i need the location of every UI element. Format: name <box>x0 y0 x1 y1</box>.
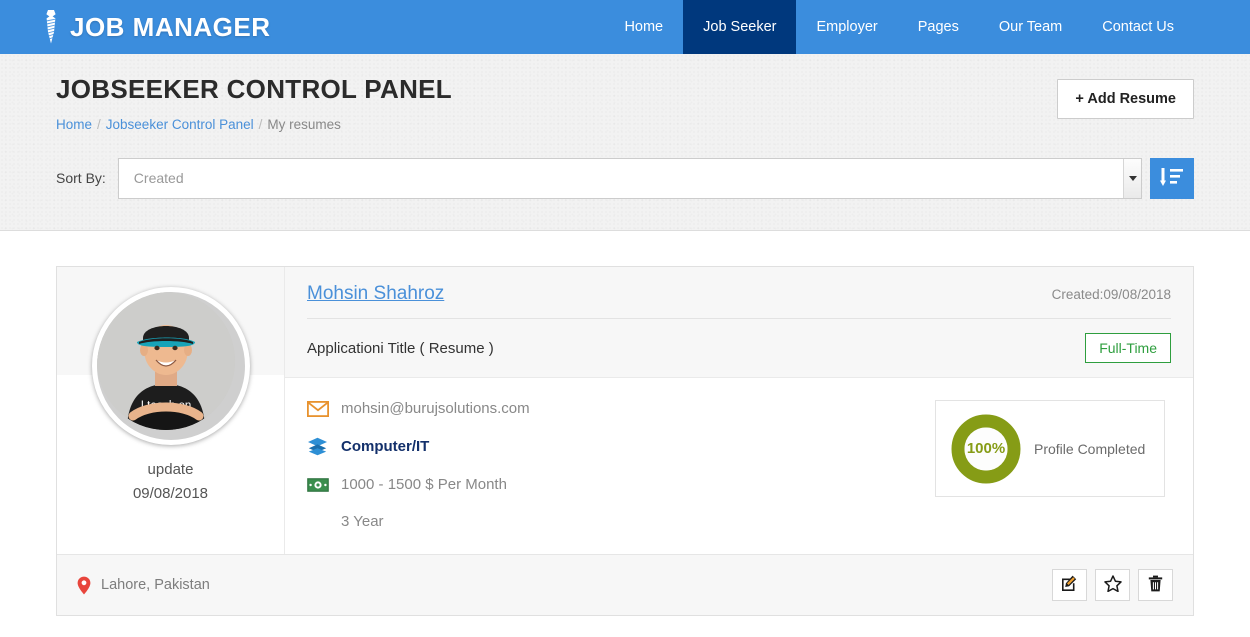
location: Lahore, Pakistan <box>77 576 210 595</box>
top-navbar: JOB MANAGER Home Job Seeker Employer Pag… <box>0 0 1250 54</box>
brand-name: JOB MANAGER <box>70 11 271 42</box>
profile-completion-box: 100% Profile Completed <box>935 400 1165 497</box>
favorite-resume-button[interactable] <box>1095 569 1130 601</box>
salary-text: 1000 - 1500 $ Per Month <box>341 476 507 493</box>
profile-completion-label: Profile Completed <box>1034 440 1146 457</box>
created-date: Created:09/08/2018 <box>1051 287 1171 302</box>
avatar-update-date: 09/08/2018 <box>132 485 209 502</box>
resume-card-upper: I teach on udemy update 09/08/2018 <box>57 267 1193 554</box>
location-text: Lahore, Pakistan <box>101 577 210 593</box>
resume-card-footer: Lahore, Pakistan <box>57 554 1193 615</box>
heading-row: JOBSEEKER CONTROL PANEL Home / Jobseeker C… <box>56 54 1194 132</box>
heading-left: JOBSEEKER CONTROL PANEL Home / Jobseeker C… <box>56 73 452 132</box>
resume-body: mohsin@burujsolutions.com Computer/IT 10… <box>285 377 1193 554</box>
page-title: JOBSEEKER CONTROL PANEL <box>56 74 452 104</box>
necktie-icon <box>42 10 60 44</box>
sort-descending-icon <box>1160 166 1184 191</box>
nav-item-contact-us[interactable]: Contact Us <box>1082 0 1194 54</box>
experience-text: 3 Year <box>341 513 384 530</box>
breadcrumb-panel[interactable]: Jobseeker Control Panel <box>106 117 254 132</box>
resume-list: I teach on udemy update 09/08/2018 <box>0 231 1250 616</box>
info-row-salary: 1000 - 1500 $ Per Month <box>307 476 935 493</box>
info-row-category: Computer/IT <box>307 437 935 456</box>
nav-item-our-team[interactable]: Our Team <box>979 0 1082 54</box>
sort-select-value: Created <box>133 170 184 187</box>
resume-title: Applicationi Title ( Resume ) <box>307 339 494 357</box>
resume-info-list: mohsin@burujsolutions.com Computer/IT 10… <box>307 400 935 530</box>
breadcrumb-home[interactable]: Home <box>56 117 92 132</box>
candidate-name-link[interactable]: Mohsin Shahroz <box>307 283 444 305</box>
resume-detail-column: Mohsin Shahroz Created:09/08/2018 Applic… <box>285 267 1193 554</box>
info-row-email: mohsin@burujsolutions.com <box>307 400 935 417</box>
profile-completion-percent: 100% <box>966 440 1006 457</box>
nav-item-pages[interactable]: Pages <box>898 0 979 54</box>
info-row-experience: 3 Year <box>307 513 935 530</box>
sort-row: Sort By: Created <box>56 157 1194 199</box>
resume-actions <box>1052 569 1173 601</box>
resume-header: Mohsin Shahroz Created:09/08/2018 Applic… <box>285 267 1193 377</box>
sort-select[interactable]: Created <box>117 157 1142 199</box>
star-icon <box>1103 575 1122 595</box>
edit-icon <box>1061 575 1078 595</box>
add-resume-button[interactable]: + Add Resume <box>1057 79 1194 119</box>
nav-item-job-seeker[interactable]: Job Seeker <box>683 0 797 54</box>
delete-resume-button[interactable] <box>1138 569 1173 601</box>
page-heading-band: JOBSEEKER CONTROL PANEL Home / Jobseeker C… <box>0 54 1250 231</box>
layers-icon <box>307 437 329 456</box>
sort-by-label: Sort By: <box>56 170 106 187</box>
job-type-badge: Full-Time <box>1085 333 1171 363</box>
avatar-column: I teach on udemy update 09/08/2018 <box>57 267 285 554</box>
sort-direction-button[interactable] <box>1150 157 1194 199</box>
trash-icon <box>1148 575 1163 595</box>
edit-resume-button[interactable] <box>1052 569 1087 601</box>
brand-logo[interactable]: JOB MANAGER <box>0 0 271 54</box>
chevron-down-icon[interactable] <box>1123 158 1141 198</box>
avatar[interactable]: I teach on udemy <box>91 287 250 445</box>
avatar-update-label: update <box>147 461 194 478</box>
profile-completion-donut: 100% <box>950 413 1022 485</box>
breadcrumb: Home / Jobseeker Control Panel / My resumes <box>56 117 452 132</box>
avatar-caption: update 09/08/2018 <box>57 458 284 506</box>
category-text: Computer/IT <box>341 438 430 455</box>
breadcrumb-current: My resumes <box>267 116 341 132</box>
resume-header-top: Mohsin Shahroz Created:09/08/2018 <box>307 283 1171 318</box>
breadcrumb-separator-2: / <box>258 116 263 132</box>
nav-item-home[interactable]: Home <box>604 0 683 54</box>
envelope-icon <box>307 400 329 417</box>
map-pin-icon <box>77 576 91 595</box>
nav-item-employer[interactable]: Employer <box>796 0 897 54</box>
money-icon <box>307 477 329 492</box>
nav-items: Home Job Seeker Employer Pages Our Team … <box>604 0 1250 54</box>
email-text: mohsin@burujsolutions.com <box>341 400 530 417</box>
breadcrumb-separator-1: / <box>97 116 101 132</box>
resume-header-bottom: Applicationi Title ( Resume ) Full-Time <box>307 318 1171 377</box>
resume-card: I teach on udemy update 09/08/2018 <box>56 266 1194 616</box>
